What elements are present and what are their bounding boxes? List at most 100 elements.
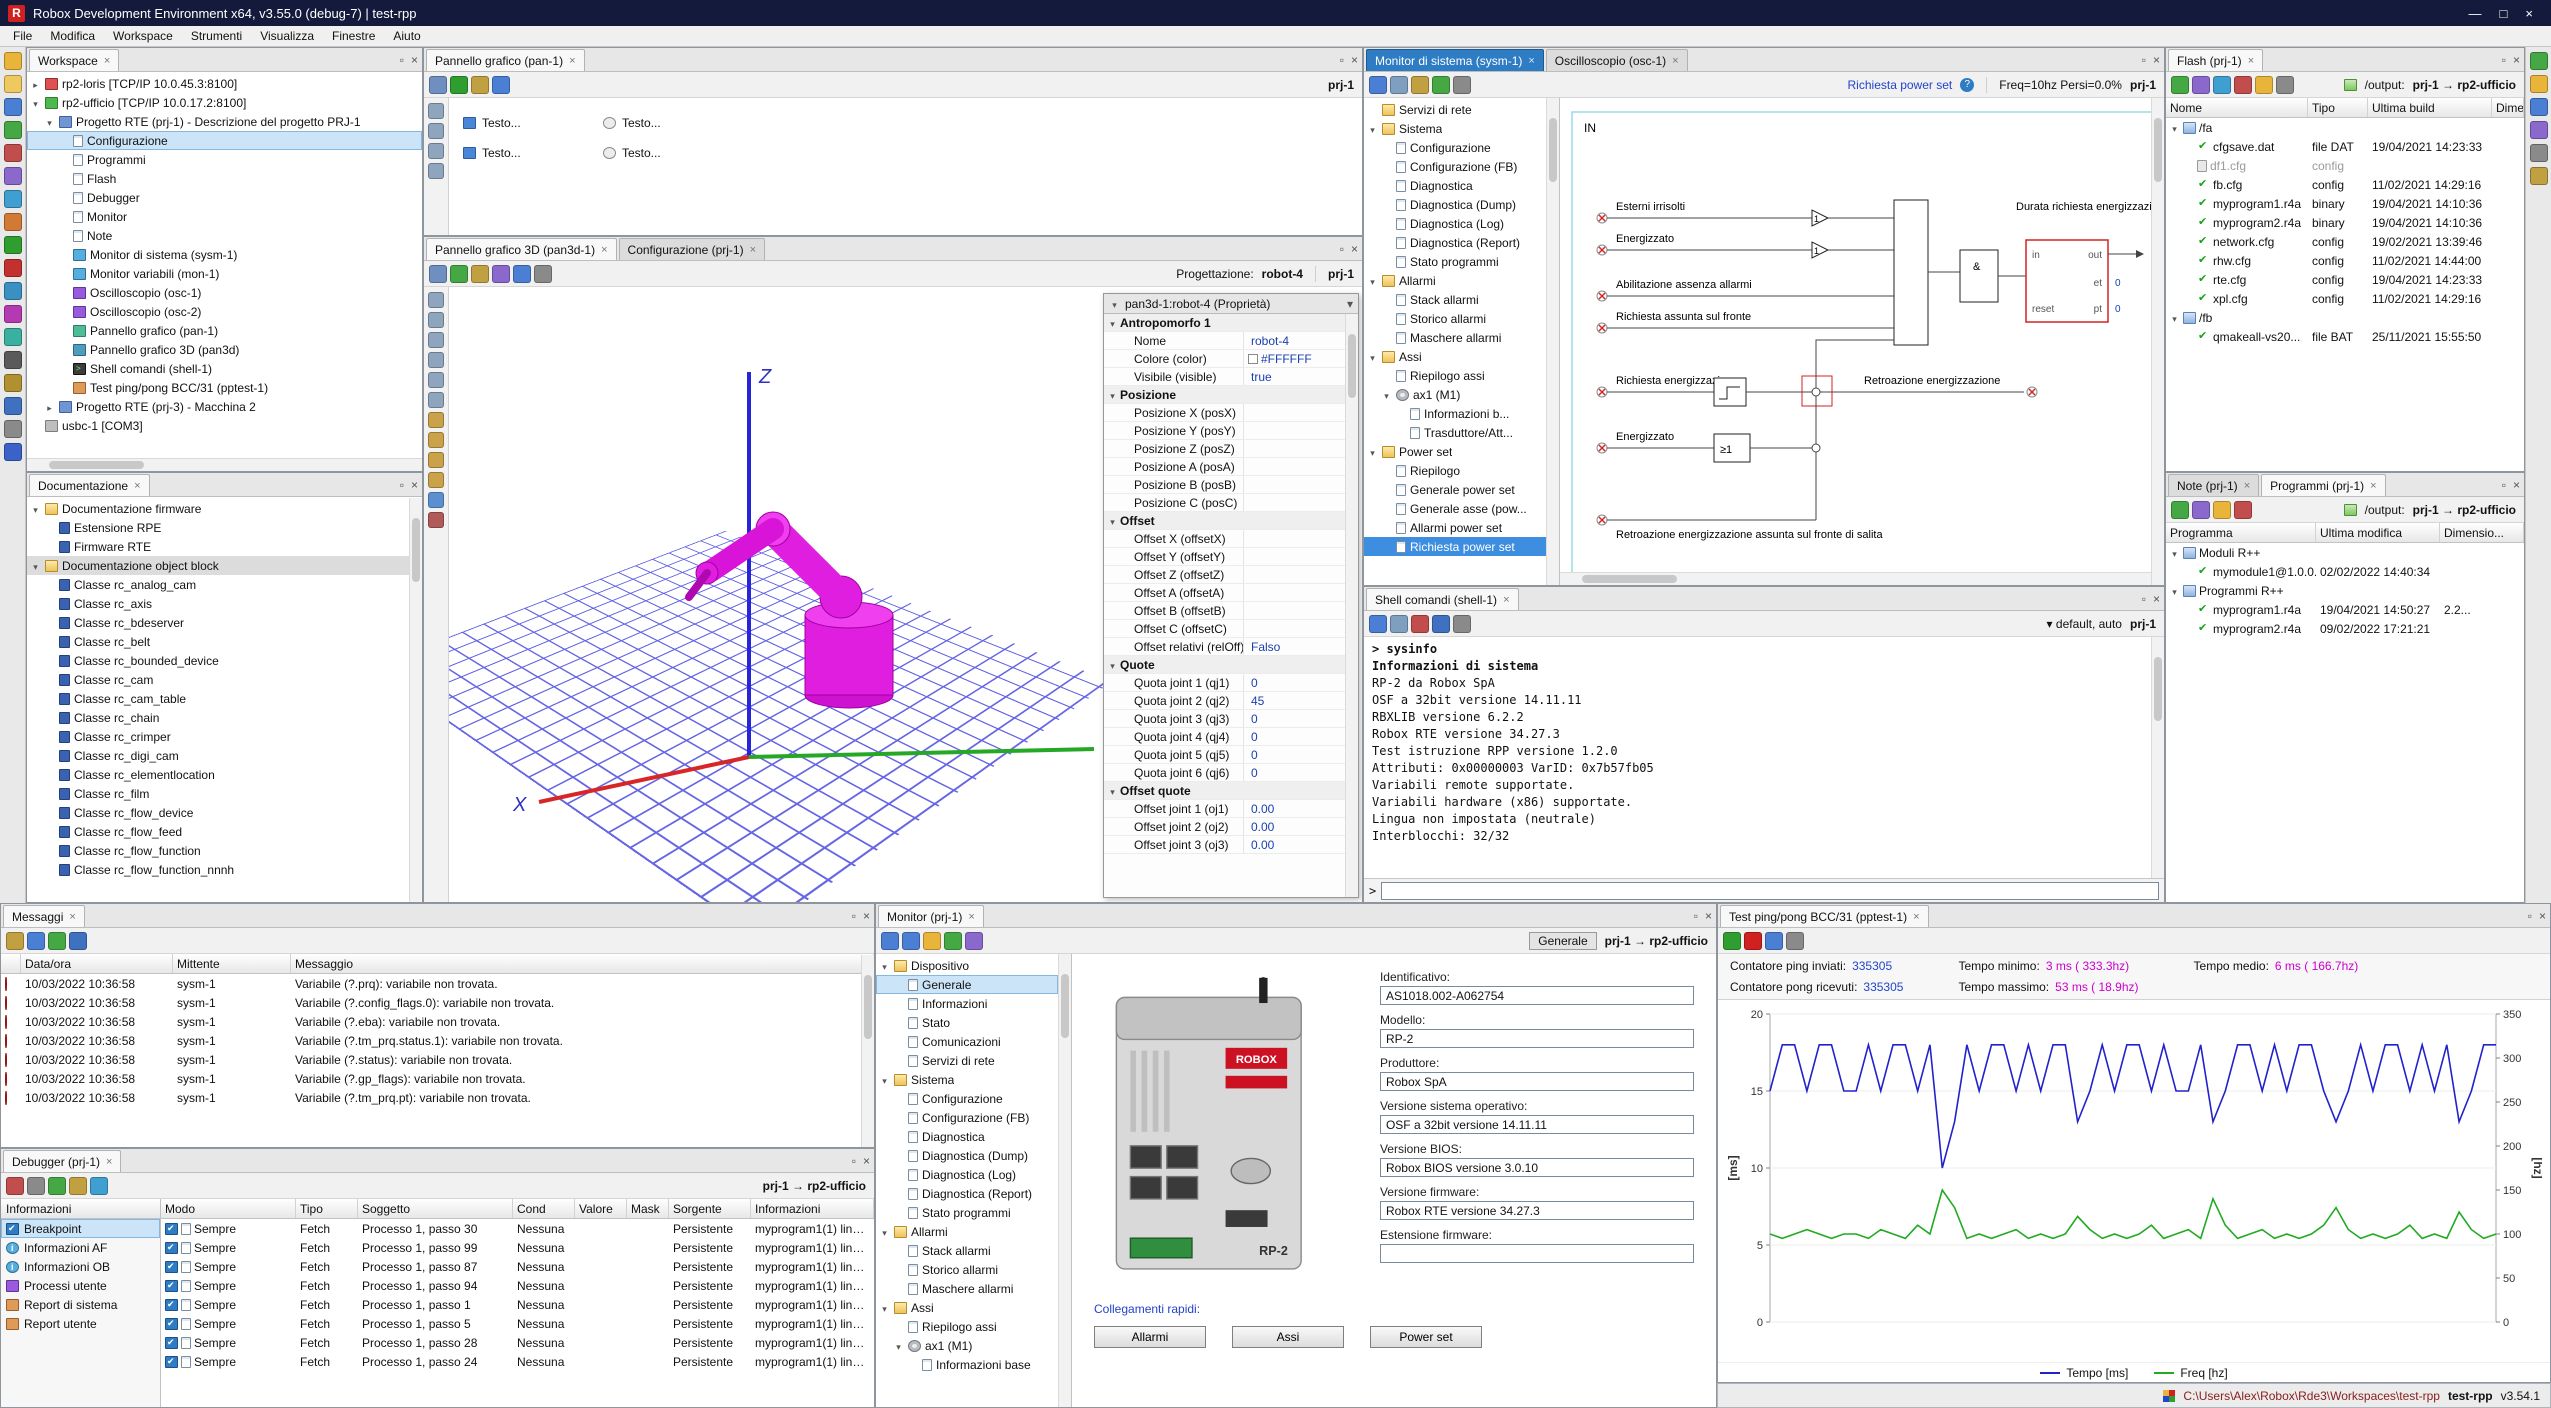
- property-row[interactable]: Posizione B (posB): [1104, 476, 1345, 494]
- tree-item[interactable]: Monitor: [27, 207, 422, 226]
- column-header[interactable]: Informazioni: [751, 1199, 874, 1218]
- edit-icon[interactable]: [471, 76, 489, 94]
- new-folder-icon[interactable]: [2255, 76, 2273, 94]
- shell-mode-dropdown[interactable]: ▾ default, auto: [2047, 617, 2122, 631]
- property-row[interactable]: Offset quote: [1104, 782, 1345, 800]
- maximize-icon[interactable]: □: [2500, 6, 2508, 21]
- graphic-panel-icon[interactable]: [4, 328, 22, 346]
- orbit-icon[interactable]: [428, 312, 444, 328]
- property-row[interactable]: Offset joint 2 (oj2) 0.00: [1104, 818, 1345, 836]
- select-object-icon[interactable]: [471, 265, 489, 283]
- float-panel-icon[interactable]: ▫: [2502, 478, 2506, 492]
- tree-item[interactable]: Storico allarmi: [1364, 309, 1546, 328]
- tree-item[interactable]: Informazioni base: [876, 1355, 1058, 1374]
- save-icon[interactable]: [4, 98, 22, 116]
- column-header[interactable]: Nome: [2166, 98, 2308, 117]
- disable-all-icon[interactable]: [69, 1177, 87, 1195]
- property-row[interactable]: Posizione Y (posY): [1104, 422, 1345, 440]
- column-header[interactable]: Ultima modifica: [2316, 523, 2440, 542]
- tree-item[interactable]: Classe rc_elementlocation: [27, 765, 409, 784]
- breakpoint-row[interactable]: Sempre Fetch Processo 1, passo 87 Nessun…: [161, 1257, 874, 1276]
- tree-item[interactable]: Pannello grafico (pan-1): [27, 321, 422, 340]
- property-value[interactable]: 0: [1251, 712, 1258, 726]
- tree-item[interactable]: Classe rc_flow_function: [27, 841, 409, 860]
- tree-item[interactable]: Configurazione: [27, 131, 422, 150]
- vertical-scrollbar[interactable]: [1546, 98, 1559, 585]
- panel-text-item[interactable]: Testo...: [463, 116, 573, 130]
- tab-debugger[interactable]: Debugger (prj-1)×: [3, 1150, 121, 1172]
- breakpoint-row[interactable]: Sempre Fetch Processo 1, passo 94 Nessun…: [161, 1276, 874, 1295]
- expand-icon[interactable]: [1381, 388, 1392, 402]
- column-header[interactable]: Soggetto: [358, 1199, 513, 1218]
- breakpoint-row[interactable]: Sempre Fetch Processo 1, passo 1 Nessuna…: [161, 1295, 874, 1314]
- close-panel-icon[interactable]: ×: [2153, 53, 2160, 67]
- property-row[interactable]: Offset relativi (relOff) Falso: [1104, 638, 1345, 656]
- tree-item[interactable]: Power set: [1364, 442, 1546, 461]
- program-row[interactable]: Programmi R++: [2166, 581, 2524, 600]
- expand-icon[interactable]: [879, 1225, 890, 1239]
- copy-icon[interactable]: [1390, 76, 1408, 94]
- tree-item[interactable]: Flash: [27, 169, 422, 188]
- column-header[interactable]: Mittente: [173, 954, 291, 973]
- column-header[interactable]: Tipo: [2308, 98, 2368, 117]
- property-value[interactable]: true: [1251, 370, 1272, 384]
- tree-item[interactable]: Classe rc_digi_cam: [27, 746, 409, 765]
- expand-icon[interactable]: [1367, 445, 1378, 459]
- debugger-info-item[interactable]: Processi utente: [1, 1276, 160, 1295]
- expand-icon[interactable]: [2169, 121, 2180, 135]
- tree-item[interactable]: Dispositivo: [876, 956, 1058, 975]
- tree-item[interactable]: Classe rc_bdeserver: [27, 613, 409, 632]
- copy-icon[interactable]: [1390, 615, 1408, 633]
- tree-item[interactable]: Configurazione: [876, 1089, 1058, 1108]
- tab-close-icon[interactable]: ×: [2370, 480, 2376, 492]
- new-file-icon[interactable]: [2213, 501, 2231, 519]
- device-field-value[interactable]: Robox RTE versione 34.27.3: [1380, 1201, 1694, 1220]
- tree-item[interactable]: Diagnostica (Report): [876, 1184, 1058, 1203]
- tree-item[interactable]: Configurazione (FB): [876, 1108, 1058, 1127]
- expand-icon[interactable]: [44, 400, 55, 414]
- float-panel-icon[interactable]: ▫: [852, 1154, 856, 1168]
- property-value[interactable]: #FFFFFF: [1261, 352, 1312, 366]
- refresh-icon[interactable]: [2171, 76, 2189, 94]
- tab-close-icon[interactable]: ×: [1672, 55, 1678, 67]
- close-panel-icon[interactable]: ×: [1705, 909, 1712, 923]
- enable-all-icon[interactable]: [48, 1177, 66, 1195]
- tree-item[interactable]: Documentazione object block: [27, 556, 409, 575]
- file-row[interactable]: rhw.cfg config 11/02/2021 14:44:00: [2166, 251, 2524, 270]
- tree-item[interactable]: Storico allarmi: [876, 1260, 1058, 1279]
- property-row[interactable]: Quota joint 6 (qj6) 0: [1104, 764, 1345, 782]
- tree-item[interactable]: Classe rc_flow_function_nnnh: [27, 860, 409, 879]
- tree-item[interactable]: Diagnostica: [1364, 176, 1546, 195]
- tree-item[interactable]: Classe rc_cam: [27, 670, 409, 689]
- tree-item[interactable]: Riepilogo assi: [876, 1317, 1058, 1336]
- file-row[interactable]: df1.cfg config: [2166, 156, 2524, 175]
- shell-command-input[interactable]: [1381, 882, 2159, 900]
- expand-icon[interactable]: [2169, 584, 2180, 598]
- message-row[interactable]: 10/03/2022 10:36:58 sysm-1 Variabile (?.…: [1, 1012, 861, 1031]
- tree-item[interactable]: Allarmi: [1364, 271, 1546, 290]
- property-value[interactable]: 0: [1251, 730, 1258, 744]
- expand-icon[interactable]: [1107, 388, 1118, 402]
- tree-item[interactable]: Test ping/pong BCC/31 (pptest-1): [27, 378, 422, 397]
- upload-icon[interactable]: [4, 167, 22, 185]
- view-iso-icon[interactable]: [428, 472, 444, 488]
- breakpoint-row[interactable]: Sempre Fetch Processo 1, passo 99 Nessun…: [161, 1238, 874, 1257]
- file-row[interactable]: myprogram2.r4a binary 19/04/2021 14:10:3…: [2166, 213, 2524, 232]
- column-header[interactable]: Modo: [161, 1199, 296, 1218]
- refresh-icon[interactable]: [2171, 501, 2189, 519]
- tree-item[interactable]: Generale power set: [1364, 480, 1546, 499]
- tree-item[interactable]: Programmi: [27, 150, 422, 169]
- new-workspace-icon[interactable]: [4, 52, 22, 70]
- column-header[interactable]: Programma: [2166, 523, 2316, 542]
- tree-item[interactable]: Classe rc_belt: [27, 632, 409, 651]
- download-icon[interactable]: [2213, 76, 2231, 94]
- expand-icon[interactable]: [1367, 274, 1378, 288]
- float-panel-icon[interactable]: ▫: [1340, 53, 1344, 67]
- expand-icon[interactable]: [2169, 546, 2180, 560]
- tab-shell[interactable]: Shell comandi (shell-1)×: [1366, 588, 1519, 610]
- image-tool-icon[interactable]: [428, 143, 444, 159]
- breakpoint-row[interactable]: Sempre Fetch Processo 1, passo 5 Nessuna…: [161, 1314, 874, 1333]
- property-value[interactable]: 0.00: [1251, 838, 1274, 852]
- oscilloscope-icon[interactable]: [4, 305, 22, 323]
- file-row[interactable]: cfgsave.dat file DAT 19/04/2021 14:23:33: [2166, 137, 2524, 156]
